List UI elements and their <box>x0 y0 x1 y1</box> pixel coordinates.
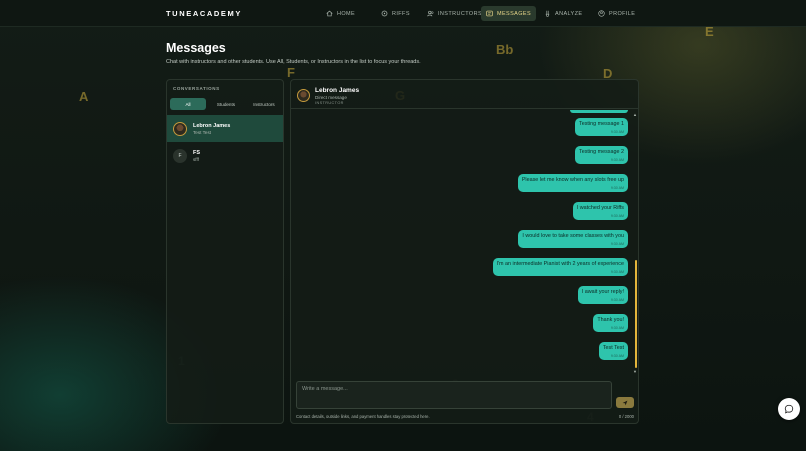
avatar: F <box>173 148 187 163</box>
chat-bubble-icon <box>784 404 794 414</box>
profile-icon <box>598 10 605 17</box>
analyze-icon <box>545 10 550 17</box>
nav-profile[interactable]: PROFILE <box>593 6 640 21</box>
conversations-heading: CONVERSATIONS <box>173 86 220 91</box>
chat-panel: Lebron James Direct message INSTRUCTOR T… <box>290 79 639 424</box>
chat-header: Lebron James Direct message INSTRUCTOR <box>291 80 638 109</box>
message-bubble-partial <box>570 110 628 113</box>
brand-logo[interactable]: TUNEACADEMY <box>166 9 242 18</box>
message-text: Testing message 2 <box>579 149 624 155</box>
message-bubble: Thank you! 9:30 AM <box>593 314 628 332</box>
nav-messages-label: MESSAGES <box>497 10 532 17</box>
message-text: I would love to take some classes with y… <box>522 233 624 239</box>
message-time: 9:30 AM <box>610 186 624 190</box>
chat-support-button[interactable] <box>778 398 800 420</box>
send-button[interactable] <box>616 397 634 408</box>
send-icon <box>622 400 628 405</box>
message-time: 9:30 AM <box>610 158 624 162</box>
page-subtitle: Chat with instructors and other students… <box>166 59 421 65</box>
home-icon <box>326 10 333 17</box>
nav-riffs[interactable]: RIFFS <box>376 6 415 21</box>
bg-note-e: E <box>705 24 714 39</box>
conversation-name: FS <box>193 149 201 156</box>
message-time: 9:30 AM <box>610 298 624 302</box>
nav-instructors-label: INSTRUCTORS <box>438 10 483 17</box>
users-icon <box>427 10 434 17</box>
scroll-up-icon[interactable]: ▲ <box>633 112 637 117</box>
conversation-preview: Test Test <box>193 129 212 135</box>
scrollbar-thumb[interactable] <box>635 260 637 368</box>
nav-home-label: HOME <box>337 10 356 17</box>
message-time: 9:30 AM <box>610 270 624 274</box>
chat-contact-name: Lebron James <box>315 87 360 94</box>
message-bubble: Please let me know when any slots free u… <box>517 174 628 192</box>
filter-instructors[interactable]: Instructors <box>246 98 282 110</box>
message-text: I'm an intermediate Pianist with 2 years… <box>496 261 624 267</box>
nav-analyze[interactable]: ANALYZE <box>539 6 587 21</box>
message-text: Test Test <box>602 345 624 351</box>
message-bubble: I await your reply! 9:30 AM <box>577 286 628 304</box>
nav-profile-label: PROFILE <box>609 10 636 17</box>
conversations-panel: CONVERSATIONS All Students Instructors L… <box>166 79 284 424</box>
nav-messages[interactable]: MESSAGES <box>481 6 537 21</box>
message-bubble: Testing message 2 9:30 AM <box>575 146 628 164</box>
bg-note-bb: Bb <box>496 42 514 57</box>
conversation-filters: All Students Instructors <box>170 98 282 110</box>
scroll-down-icon[interactable]: ▼ <box>633 369 637 374</box>
message-bubble: Test Test 9:30 AM <box>598 342 628 360</box>
conversation-item-lebron-james[interactable]: Lebron James Test Test <box>167 115 283 142</box>
message-time: 9:30 AM <box>610 326 624 330</box>
filter-students[interactable]: Students <box>208 98 244 110</box>
top-navigation: TUNEACADEMY HOME RIFFS INSTRUCTORS MESSA… <box>0 0 806 27</box>
conversation-name: Lebron James <box>193 122 231 129</box>
nav-instructors[interactable]: INSTRUCTORS <box>422 6 487 21</box>
message-text: Please let me know when any slots free u… <box>521 177 624 183</box>
conversation-preview: sfff <box>193 156 199 162</box>
message-text: I await your reply! <box>581 289 624 295</box>
page-title: Messages <box>166 41 226 55</box>
message-time: 9:30 AM <box>610 214 624 218</box>
filter-all[interactable]: All <box>170 98 206 110</box>
character-counter: 0 / 2000 <box>618 414 634 419</box>
message-list[interactable]: Testing message 1 9:30 AM Testing messag… <box>291 110 638 375</box>
message-composer <box>296 381 612 409</box>
messages-icon <box>486 10 493 17</box>
message-text: Thank you! <box>597 317 624 323</box>
bg-note-a: A <box>79 89 89 104</box>
message-bubble: I would love to take some classes with y… <box>518 230 628 248</box>
message-time: 9:30 AM <box>610 354 624 358</box>
avatar <box>297 89 310 102</box>
message-bubble: I watched your Riffs 9:30 AM <box>572 202 628 220</box>
message-time: 9:30 AM <box>610 130 624 134</box>
nav-home[interactable]: HOME <box>321 6 360 21</box>
nav-riffs-label: RIFFS <box>392 10 410 17</box>
chat-role-badge: INSTRUCTOR <box>315 101 344 105</box>
message-bubble: I'm an intermediate Pianist with 2 years… <box>492 258 628 276</box>
chat-type: Direct message <box>315 95 347 100</box>
riffs-icon <box>381 10 388 17</box>
message-input[interactable] <box>302 386 602 392</box>
message-time: 9:30 AM <box>610 242 624 246</box>
message-text: Testing message 1 <box>579 121 624 127</box>
avatar <box>173 121 187 136</box>
privacy-notice: Contact details, outside links, and paym… <box>296 414 430 419</box>
conversation-item-fs[interactable]: F FS sfff <box>167 142 283 169</box>
message-bubble: Testing message 1 9:30 AM <box>575 118 628 136</box>
nav-analyze-label: ANALYZE <box>555 10 583 17</box>
bg-note-f: F <box>287 65 295 80</box>
message-text: I watched your Riffs <box>576 205 624 211</box>
